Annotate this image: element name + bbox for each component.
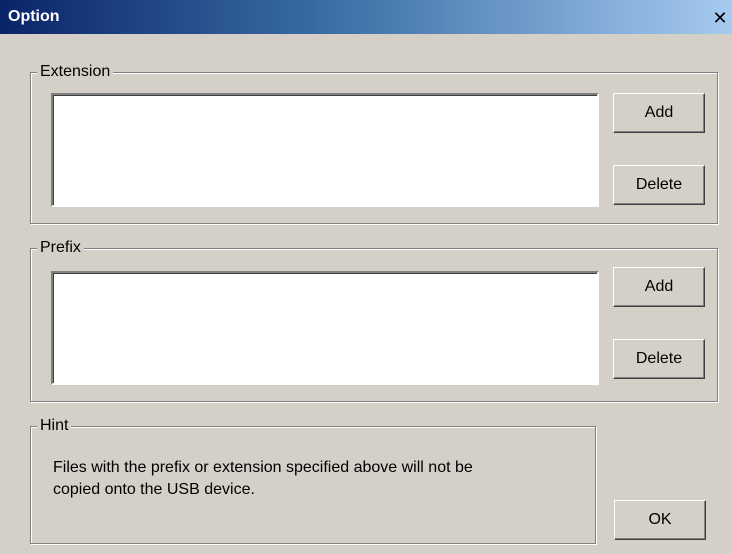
dialog-body: Extension Add Delete Prefix Add Delete H…	[0, 34, 732, 554]
prefix-legend: Prefix	[37, 239, 84, 257]
prefix-add-button[interactable]: Add	[613, 267, 705, 307]
prefix-delete-button[interactable]: Delete	[613, 339, 705, 379]
hint-line-1: Files with the prefix or extension speci…	[53, 459, 473, 476]
window-title: Option	[8, 8, 60, 25]
extension-delete-button[interactable]: Delete	[613, 165, 705, 205]
hint-text: Files with the prefix or extension speci…	[53, 457, 593, 501]
extension-listbox[interactable]	[51, 93, 599, 207]
hint-group: Hint Files with the prefix or extension …	[30, 417, 596, 544]
prefix-group: Prefix Add Delete	[30, 239, 718, 402]
prefix-listbox[interactable]	[51, 271, 599, 385]
hint-legend: Hint	[37, 417, 72, 435]
extension-legend: Extension	[37, 63, 114, 81]
hint-line-2: copied onto the USB device.	[53, 481, 255, 498]
close-icon[interactable]: ✕	[710, 10, 730, 30]
title-bar[interactable]: Option ✕	[0, 0, 732, 34]
extension-add-button[interactable]: Add	[613, 93, 705, 133]
extension-group: Extension Add Delete	[30, 63, 718, 224]
ok-button[interactable]: OK	[614, 500, 706, 540]
